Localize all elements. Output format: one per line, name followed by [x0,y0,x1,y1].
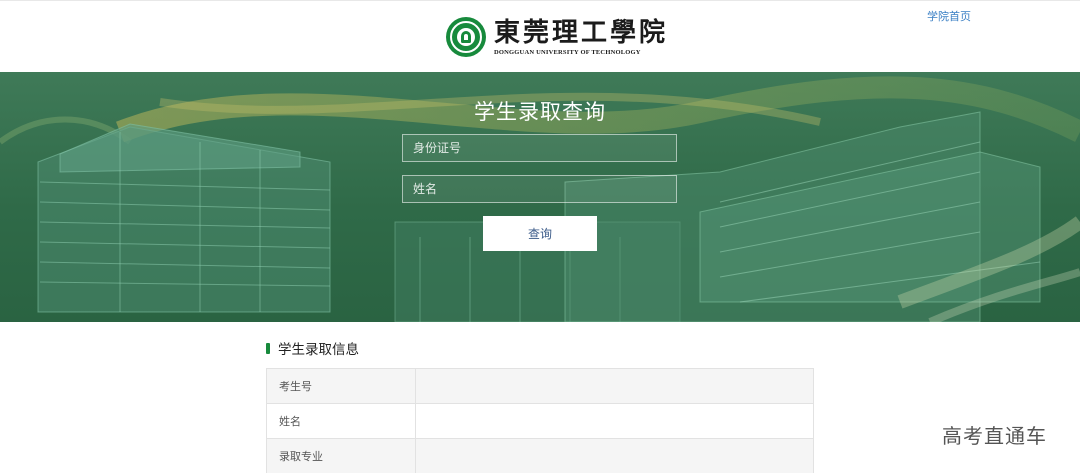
results-title: 学生录取信息 [278,342,359,358]
query-title: 学生录取查询 [474,100,606,124]
row-label-name: 姓名 [266,403,416,439]
name-input[interactable] [402,175,677,203]
logo-chinese-name: 東莞理工學院 [494,17,669,48]
results-table: 考生号 姓名 录取专业 [266,368,814,473]
table-row: 考生号 [266,368,814,404]
site-header: 東莞理工學院 DONGGUAN UNIVERSITY OF TECHNOLOGY… [0,0,1080,72]
watermark-text: 高考直通车 [942,424,1047,448]
row-value-exam-number [415,368,814,404]
query-button[interactable]: 查询 [483,216,597,251]
id-number-input[interactable] [402,134,677,162]
row-label-exam-number: 考生号 [266,368,416,404]
university-logo[interactable]: 東莞理工學院 DONGGUAN UNIVERSITY OF TECHNOLOGY [446,15,668,59]
results-section-header: 学生录取信息 [266,339,359,358]
row-label-major: 录取专业 [266,438,416,473]
row-value-name [415,403,814,439]
green-bar-icon [266,342,270,354]
table-row: 录取专业 [266,438,814,473]
query-banner: 学生录取查询 查询 [0,72,1080,322]
home-link[interactable]: 学院首页 [927,8,971,24]
row-value-major [415,438,814,473]
logo-text: 東莞理工學院 DONGGUAN UNIVERSITY OF TECHNOLOGY [494,18,668,57]
logo-english-name: DONGGUAN UNIVERSITY OF TECHNOLOGY [494,48,641,56]
table-row: 姓名 [266,403,814,439]
university-emblem-icon [446,17,486,57]
